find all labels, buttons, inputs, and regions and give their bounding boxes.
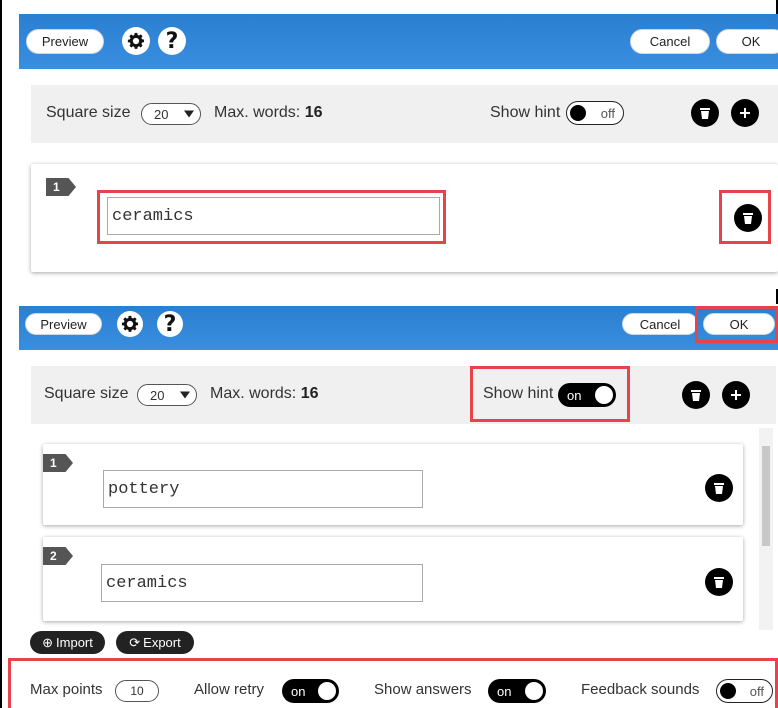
word-card: 1 ceramics <box>31 164 778 272</box>
delete-all-button[interactable] <box>682 381 710 409</box>
ok-button[interactable]: OK <box>716 29 778 54</box>
highlight-delete-button <box>719 190 771 244</box>
settings-button[interactable] <box>117 311 143 337</box>
export-icon: ⟳ <box>129 634 141 650</box>
delete-word-button[interactable] <box>705 568 733 596</box>
max-words-text: Max. words: 16 <box>210 385 319 402</box>
options-bar: Square size 20 Max. words: 16 Show hint … <box>31 366 776 424</box>
word-number-tag: 2 <box>43 547 73 565</box>
preview-button[interactable]: Preview <box>26 29 104 54</box>
help-button[interactable]: ? <box>158 27 186 55</box>
gear-icon <box>127 32 145 49</box>
show-hint-label: Show hint <box>490 104 561 121</box>
highlight-show-hint <box>470 366 630 422</box>
editor-pane-bottom: Preview ? Cancel OK Square size 20 Max. … <box>19 304 778 708</box>
editor-pane-top: Preview ? Cancel OK Square size 20 Max. … <box>19 14 778 289</box>
chevron-down-icon <box>180 391 190 399</box>
export-button[interactable]: ⟳ Export <box>116 631 194 654</box>
trash-icon <box>714 483 724 494</box>
highlight-ok-button <box>695 306 778 343</box>
word-input[interactable]: ceramics <box>101 564 423 602</box>
plus-icon <box>740 108 750 118</box>
word-number-tag: 1 <box>43 454 73 472</box>
add-word-button[interactable] <box>731 99 759 127</box>
import-button[interactable]: ⊕ Import <box>30 631 105 654</box>
delete-all-button[interactable] <box>691 99 719 127</box>
import-icon: ⊕ <box>42 634 54 650</box>
trash-icon <box>714 577 724 588</box>
help-button[interactable]: ? <box>157 311 183 337</box>
scrollbar[interactable] <box>759 428 773 630</box>
plus-icon <box>731 390 741 400</box>
options-bar: Square size 20 Max. words: 16 Show hint … <box>31 85 778 143</box>
square-size-select[interactable]: 20 <box>137 384 197 406</box>
toolbar: Preview ? Cancel OK <box>19 14 778 69</box>
highlight-word-input <box>97 190 446 244</box>
toggle-knob <box>570 105 586 121</box>
gear-icon <box>121 315 139 332</box>
cancel-button[interactable]: Cancel <box>622 313 698 335</box>
highlight-settings-row <box>8 658 778 708</box>
max-words-text: Max. words: 16 <box>214 104 323 121</box>
word-card: 2 ceramics <box>43 537 743 621</box>
trash-icon <box>691 390 701 401</box>
square-size-label: Square size <box>44 385 129 402</box>
show-hint-toggle[interactable]: off <box>566 101 624 125</box>
toolbar: Preview ? Cancel OK <box>19 306 778 350</box>
frame-border-left <box>0 0 2 708</box>
settings-button[interactable] <box>122 27 150 55</box>
square-size-select[interactable]: 20 <box>141 103 201 125</box>
scrollbar-thumb[interactable] <box>762 446 770 546</box>
word-card: 1 pottery <box>43 444 743 525</box>
word-number-tag: 1 <box>46 178 76 196</box>
trash-icon <box>700 108 710 119</box>
delete-word-button[interactable] <box>705 474 733 502</box>
preview-button[interactable]: Preview <box>25 313 102 335</box>
add-word-button[interactable] <box>722 381 750 409</box>
cancel-button[interactable]: Cancel <box>630 29 710 54</box>
word-input[interactable]: pottery <box>103 470 423 508</box>
chevron-down-icon <box>184 110 194 118</box>
square-size-label: Square size <box>46 104 131 121</box>
